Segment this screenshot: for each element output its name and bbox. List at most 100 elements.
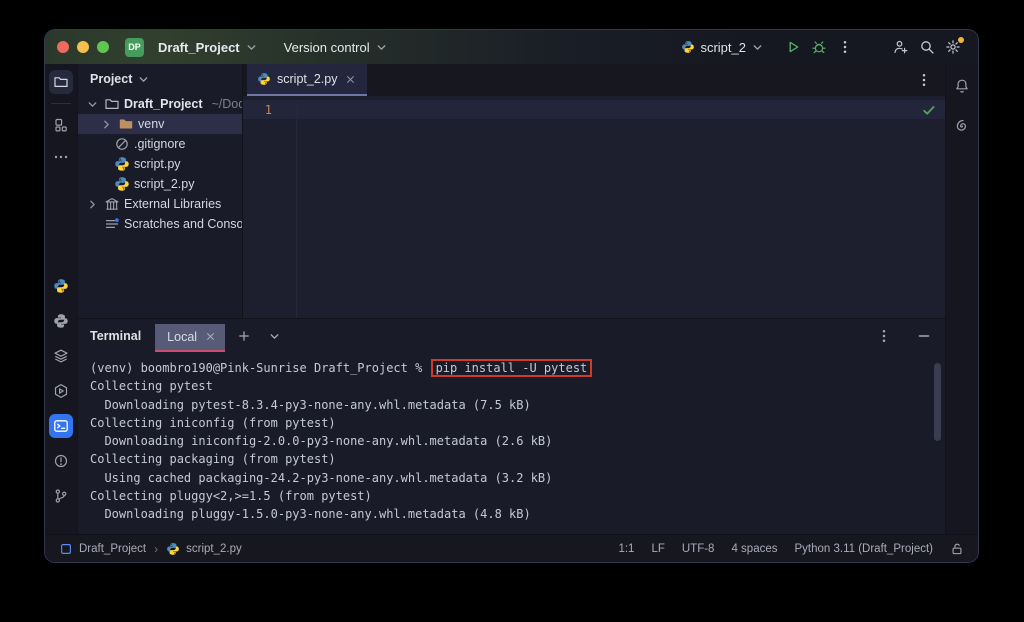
chevron-down-icon	[86, 98, 99, 111]
tree-item-path: ~/Docume	[212, 97, 243, 111]
hexagon-play-icon	[53, 383, 69, 399]
chevron-down-icon	[375, 41, 388, 54]
python-outline-icon	[53, 313, 69, 329]
tree-item-external-libraries[interactable]: External Libraries	[78, 194, 242, 214]
services-button[interactable]	[49, 379, 73, 403]
strip-divider	[51, 103, 71, 104]
zoom-window-button[interactable]	[97, 41, 109, 53]
add-user-icon	[893, 39, 909, 55]
terminal-panel-title: Terminal	[90, 329, 141, 343]
terminal-toolwindow-button[interactable]	[49, 414, 73, 438]
kebab-icon	[837, 39, 853, 55]
tree-item-script2-py[interactable]: script_2.py	[78, 174, 242, 194]
notifications-button[interactable]	[950, 74, 974, 98]
scratches-icon	[104, 216, 120, 232]
tree-item-venv[interactable]: venv	[78, 114, 242, 134]
breadcrumb-file[interactable]: script_2.py	[186, 543, 242, 555]
inspection-ok-check-icon[interactable]	[921, 102, 937, 118]
version-control-menu[interactable]: Version control	[278, 36, 394, 59]
breadcrumb-separator: ›	[152, 542, 160, 556]
ignored-file-icon	[114, 136, 130, 152]
close-window-button[interactable]	[57, 41, 69, 53]
run-button[interactable]	[780, 34, 806, 60]
python-file-icon	[114, 156, 130, 172]
tree-item-scratches[interactable]: Scratches and Consoles	[78, 214, 242, 234]
new-terminal-tab-button[interactable]	[233, 325, 255, 347]
chevron-down-icon	[137, 73, 150, 86]
problems-toolwindow-button[interactable]	[49, 449, 73, 473]
tree-item-label: script_2.py	[134, 177, 194, 191]
close-terminal-tab-button[interactable]	[203, 330, 217, 344]
bell-icon	[954, 78, 970, 94]
line-separator[interactable]: LF	[651, 543, 664, 555]
editor-tab-bar: script_2.py	[243, 64, 945, 96]
settings-button[interactable]	[940, 34, 966, 60]
terminal-output-line: Downloading pytest-8.3.4-py3-none-any.wh…	[90, 396, 945, 414]
chevron-down-icon	[245, 41, 258, 54]
unlocked-padlock-icon[interactable]	[950, 542, 964, 556]
tree-item-script-py[interactable]: script.py	[78, 154, 242, 174]
editor-options-button[interactable]	[915, 71, 933, 89]
python-packages-button[interactable]	[49, 309, 73, 333]
plus-icon	[237, 329, 251, 343]
chevron-down-icon	[751, 41, 764, 54]
ai-assistant-button[interactable]	[950, 114, 974, 138]
project-tree: Draft_Project ~/Docume venv .gitignore	[78, 94, 242, 234]
current-line: 1	[243, 100, 945, 119]
terminal-tab-label: Local	[167, 330, 197, 344]
status-bar: Draft_Project › script_2.py 1:1 LF UTF-8…	[45, 534, 978, 562]
ai-swirl-icon	[954, 118, 970, 134]
layers-icon	[53, 348, 69, 364]
services-layers-button[interactable]	[49, 344, 73, 368]
tree-item-label: External Libraries	[124, 197, 221, 211]
run-configuration-selector[interactable]: script_2	[681, 40, 764, 55]
editor-area: script_2.py 1	[243, 64, 945, 318]
terminal-output-line: Downloading iniconfig-2.0.0-py3-none-any…	[90, 432, 945, 450]
terminal-output-line: Using cached packaging-24.2-py3-none-any…	[90, 469, 945, 487]
tree-item-label: Scratches and Consoles	[124, 217, 242, 231]
minimize-window-button[interactable]	[77, 41, 89, 53]
project-panel-header[interactable]: Project	[78, 64, 242, 94]
terminal-header: Terminal Local	[78, 319, 945, 353]
python-console-button[interactable]	[49, 274, 73, 298]
terminal-options-button[interactable]	[873, 325, 895, 347]
indent-style[interactable]: 4 spaces	[731, 543, 777, 555]
file-encoding[interactable]: UTF-8	[682, 543, 715, 555]
code-editor[interactable]: 1	[243, 96, 945, 318]
terminal-icon	[53, 418, 69, 434]
terminal-scrollbar[interactable]	[934, 363, 941, 441]
tree-item-label: script.py	[134, 157, 181, 171]
kebab-icon	[916, 72, 932, 88]
terminal-output-line: Collecting packaging (from pytest)	[90, 450, 945, 468]
python-interpreter[interactable]: Python 3.11 (Draft_Project)	[795, 543, 934, 555]
debug-button[interactable]	[806, 34, 832, 60]
project-menu[interactable]: Draft_Project	[152, 36, 264, 59]
tree-item-label: venv	[138, 117, 164, 131]
ide-window: DP Draft_Project Version control script_…	[45, 30, 978, 562]
more-toolwindows-button[interactable]	[49, 145, 73, 169]
traffic-lights	[57, 41, 109, 53]
terminal-output[interactable]: (venv) boombro190@Pink-Sunrise Draft_Pro…	[78, 353, 945, 534]
close-tab-button[interactable]	[343, 72, 357, 86]
right-tool-strip	[945, 64, 978, 534]
editor-tab-script2[interactable]: script_2.py	[247, 64, 367, 96]
cursor-position[interactable]: 1:1	[618, 543, 634, 555]
search-everywhere-button[interactable]	[914, 34, 940, 60]
terminal-tab-local[interactable]: Local	[155, 324, 225, 352]
more-run-options-button[interactable]	[832, 34, 858, 60]
tree-item-gitignore[interactable]: .gitignore	[78, 134, 242, 154]
python-icon	[681, 40, 695, 54]
terminal-tab-dropdown-button[interactable]	[263, 325, 285, 347]
structure-toolwindow-button[interactable]	[49, 113, 73, 137]
git-toolwindow-button[interactable]	[49, 484, 73, 508]
folder-icon	[104, 96, 120, 112]
tree-item-project-root[interactable]: Draft_Project ~/Docume	[78, 94, 242, 114]
chevron-right-icon	[86, 198, 99, 211]
terminal-panel: Terminal Local	[78, 318, 945, 534]
title-bar: DP Draft_Project Version control script_…	[45, 30, 978, 64]
folder-icon	[53, 74, 69, 90]
project-toolwindow-button[interactable]	[49, 70, 73, 94]
code-with-me-button[interactable]	[888, 34, 914, 60]
breadcrumb-project[interactable]: Draft_Project	[79, 543, 146, 555]
hide-terminal-button[interactable]	[913, 325, 935, 347]
